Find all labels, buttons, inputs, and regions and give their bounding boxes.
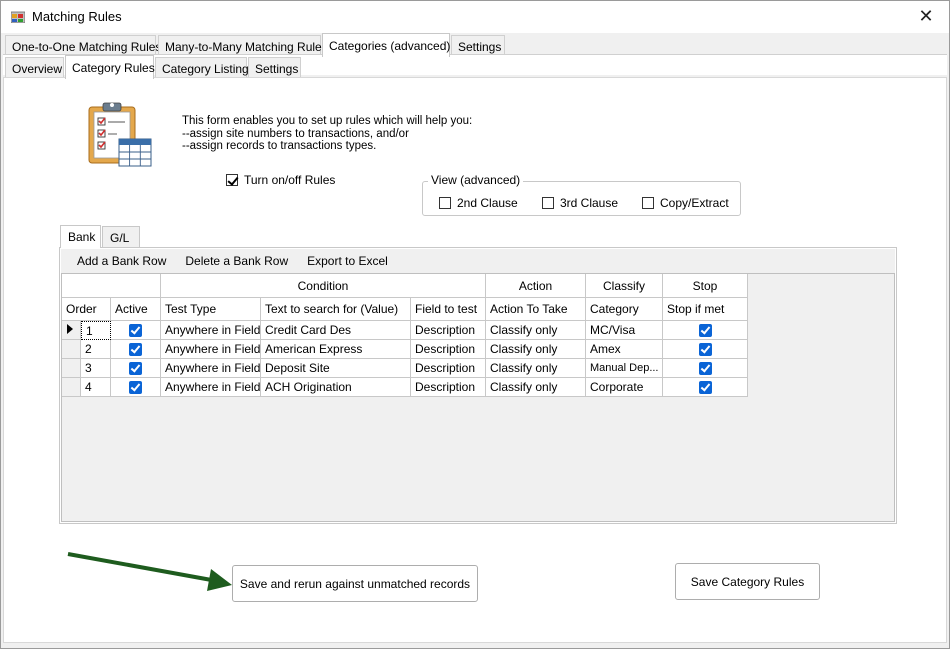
description-line-1: This form enables you to set up rules wh… [182,115,473,127]
window-title: Matching Rules [32,9,122,24]
cell-value[interactable]: American Express [261,340,411,359]
cell-category[interactable]: Manual Dep... [586,359,663,378]
cell-value[interactable]: Deposit Site [261,359,411,378]
cell-active[interactable] [111,359,161,378]
cell-test-type[interactable]: Anywhere in Field [161,359,261,378]
delete-bank-row-button[interactable]: Delete a Bank Row [175,249,297,273]
tab-category-listing[interactable]: Category Listing [155,57,249,79]
stop-if-met-checkbox[interactable] [698,362,712,376]
cell-active[interactable] [111,321,161,340]
col-header-order[interactable]: Order [62,298,111,321]
cell-action[interactable]: Classify only [486,321,586,340]
description-line-2: --assign site numbers to transactions, a… [182,127,409,140]
cell-value[interactable]: Credit Card Des [261,321,411,340]
view-advanced-legend: View (advanced) [428,173,524,187]
active-checkbox[interactable] [129,343,142,357]
view-advanced-group: View (advanced) 2nd Clause 3rd Clause Co… [422,173,741,216]
description-text: This form enables you to set up rules wh… [182,115,472,153]
second-clause-option[interactable]: 2nd Clause [439,196,518,210]
tab-settings-sub[interactable]: Settings [248,57,301,79]
cell-field[interactable]: Description [411,321,486,340]
group-header-action: Action [486,274,586,298]
cell-stop-if-met[interactable] [663,340,748,359]
copy-extract-option[interactable]: Copy/Extract [642,196,729,210]
cell-field[interactable]: Description [411,340,486,359]
col-header-field[interactable]: Field to test [411,298,486,321]
third-clause-label: 3rd Clause [560,196,619,210]
close-icon[interactable]: ✕ [903,1,949,32]
cell-action[interactable]: Classify only [486,359,586,378]
col-header-category[interactable]: Category [586,298,663,321]
cell-action[interactable]: Classify only [486,378,586,397]
tab-gl[interactable]: G/L [102,226,140,248]
rules-grid[interactable]: Condition Action Classify Stop Order Act… [61,273,895,522]
cell-order[interactable]: 4 [81,378,111,397]
col-header-test-type[interactable]: Test Type [161,298,261,321]
second-clause-label: 2nd Clause [457,196,518,210]
cell-category[interactable]: Amex [586,340,663,359]
cell-test-type[interactable]: Anywhere in Field [161,340,261,359]
tab-overview[interactable]: Overview [5,57,64,79]
export-excel-button[interactable]: Export to Excel [297,249,397,273]
stop-if-met-checkbox[interactable] [698,381,712,395]
stop-if-met-checkbox[interactable] [698,324,712,338]
cell-stop-if-met[interactable] [663,359,748,378]
group-header-classify: Classify [586,274,663,298]
cell-field[interactable]: Description [411,378,486,397]
app-icon [11,11,25,23]
row-selector[interactable] [62,359,81,378]
active-checkbox[interactable] [129,381,142,395]
row-selector[interactable] [62,340,81,359]
save-rerun-button[interactable]: Save and rerun against unmatched records [232,565,478,602]
cell-active[interactable] [111,378,161,397]
second-clause-checkbox[interactable] [439,197,451,209]
cell-test-type[interactable]: Anywhere in Field [161,378,261,397]
cell-order[interactable]: 2 [81,340,111,359]
group-header-blank [62,274,161,298]
copy-extract-label: Copy/Extract [660,196,729,210]
cell-value[interactable]: ACH Origination [261,378,411,397]
active-checkbox[interactable] [129,324,142,338]
active-checkbox[interactable] [129,362,142,376]
sub-tab-row: Overview Category Rules Category Listing… [1,55,949,79]
matching-rules-window: Matching Rules ✕ One-to-One Matching Rul… [0,0,950,649]
turn-rules-label: Turn on/off Rules [244,173,336,187]
col-header-active[interactable]: Active [111,298,161,321]
col-header-action[interactable]: Action To Take [486,298,586,321]
title-bar: Matching Rules ✕ [1,1,949,33]
cell-test-type[interactable]: Anywhere in Field [161,321,261,340]
tab-category-rules[interactable]: Category Rules [65,55,155,79]
green-arrow-icon [67,552,232,591]
third-clause-checkbox[interactable] [542,197,554,209]
tab-categories-advanced[interactable]: Categories (advanced) [322,33,450,57]
cell-category[interactable]: Corporate [586,378,663,397]
clipboard-checklist-icon [88,102,152,167]
description-line-3: --assign records to transactions types. [182,140,377,152]
tab-bank[interactable]: Bank [60,225,101,248]
save-category-rules-button[interactable]: Save Category Rules [675,563,820,600]
add-bank-row-button[interactable]: Add a Bank Row [61,249,175,273]
cell-category[interactable]: MC/Visa [586,321,663,340]
third-clause-option[interactable]: 3rd Clause [542,196,618,210]
cell-stop-if-met[interactable] [663,321,748,340]
cell-order[interactable]: 1 [81,321,111,340]
cell-order[interactable]: 3 [81,359,111,378]
group-header-stop: Stop [663,274,748,298]
group-header-condition: Condition [161,274,486,298]
turn-rules-toggle[interactable]: Turn on/off Rules [226,173,335,187]
row-selector[interactable] [62,321,81,340]
grid-toolbar: Add a Bank Row Delete a Bank Row Export … [61,249,895,273]
copy-extract-checkbox[interactable] [642,197,654,209]
col-header-stop-if-met[interactable]: Stop if met [663,298,748,321]
turn-rules-checkbox[interactable] [226,174,238,186]
current-row-arrow-icon [67,324,73,334]
row-selector[interactable] [62,378,81,397]
cell-field[interactable]: Description [411,359,486,378]
col-header-value[interactable]: Text to search for (Value) [261,298,411,321]
stop-if-met-checkbox[interactable] [698,343,712,357]
cell-action[interactable]: Classify only [486,340,586,359]
cell-stop-if-met[interactable] [663,378,748,397]
bank-rules-panel: Add a Bank Row Delete a Bank Row Export … [59,247,897,524]
cell-active[interactable] [111,340,161,359]
